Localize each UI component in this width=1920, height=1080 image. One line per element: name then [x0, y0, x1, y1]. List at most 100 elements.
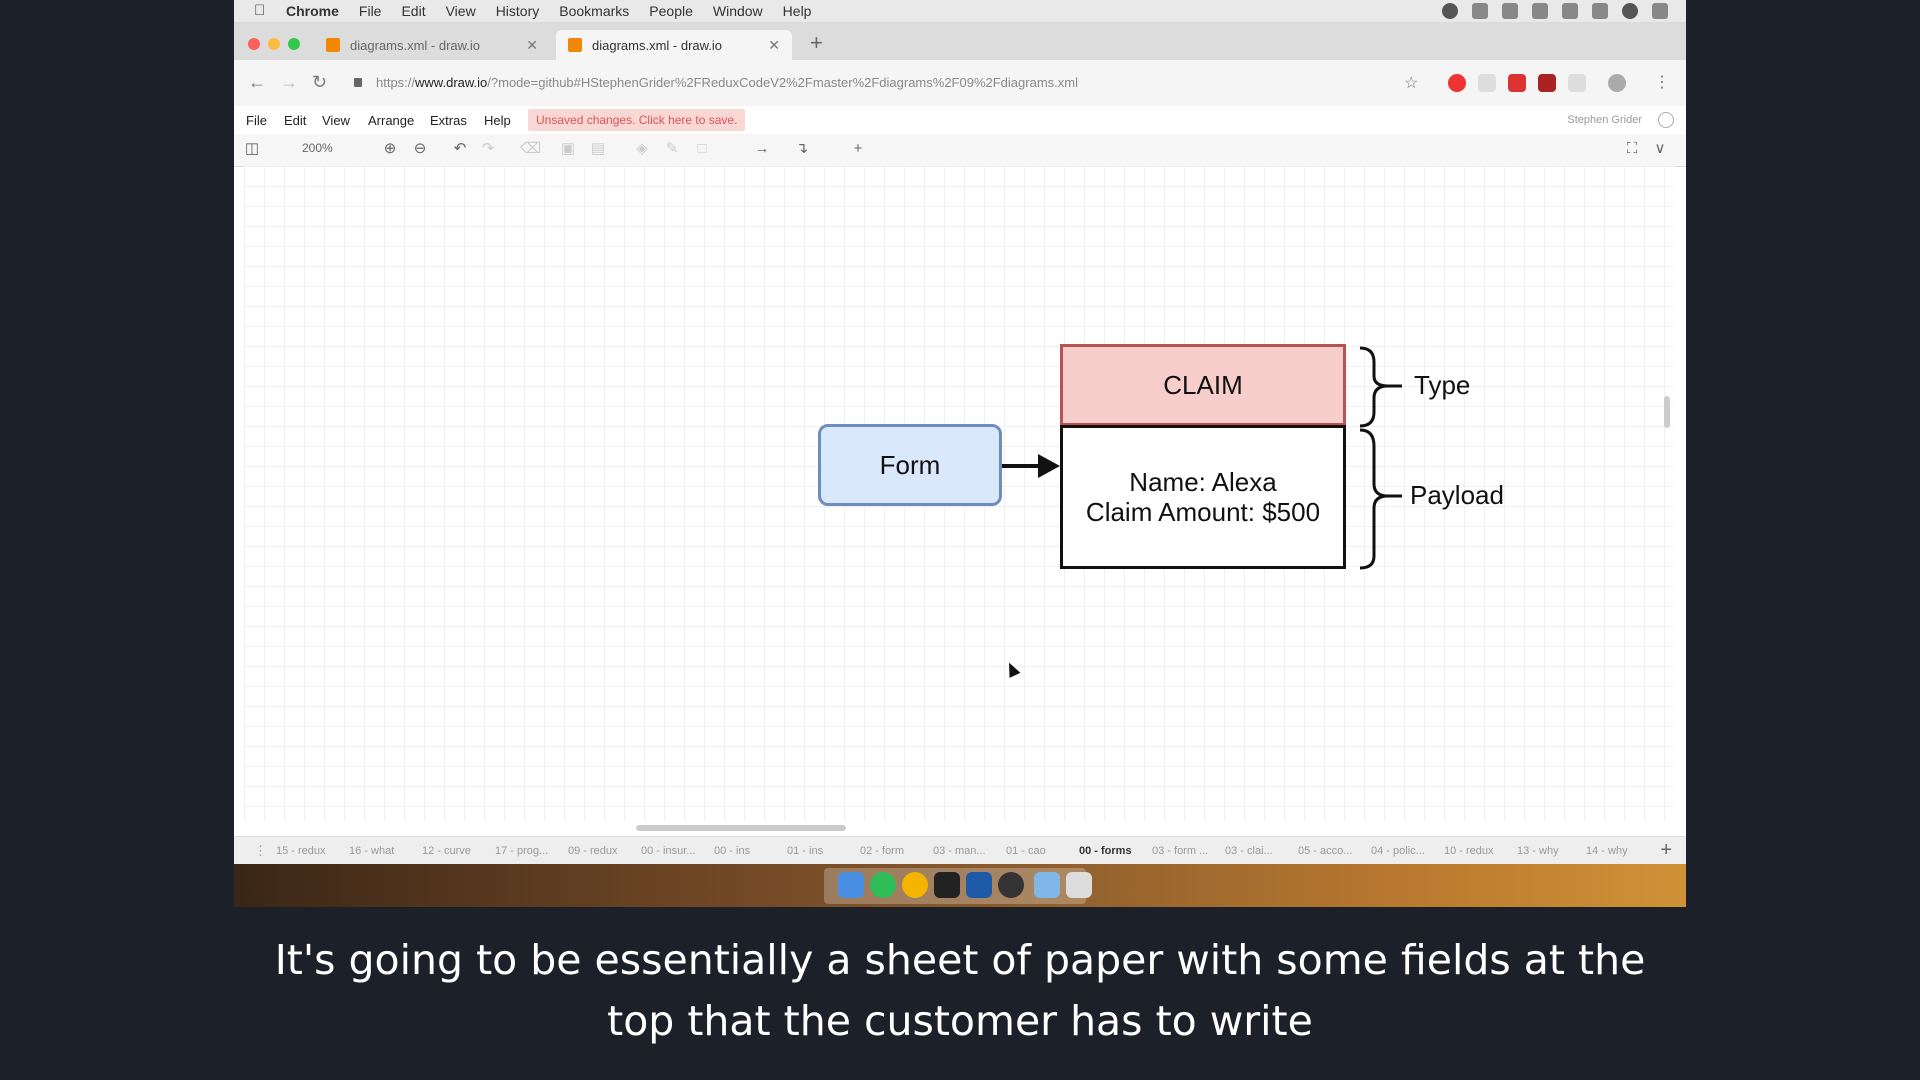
drawio-menu-edit[interactable]: Edit: [284, 113, 306, 128]
siri-icon[interactable]: [1622, 3, 1638, 19]
page-tab[interactable]: 02 - form: [860, 845, 904, 857]
page-tab[interactable]: 03 - man...: [933, 845, 986, 857]
delete-icon[interactable]: ⌫: [520, 141, 541, 157]
connection-style-icon[interactable]: →: [754, 141, 770, 157]
close-tab-icon[interactable]: ✕: [526, 37, 538, 54]
page-tab[interactable]: 03 - clai...: [1225, 845, 1273, 857]
menu-bookmarks[interactable]: Bookmarks: [559, 3, 629, 19]
finder-icon[interactable]: [838, 872, 864, 898]
browser-tab[interactable]: diagrams.xml - draw.io ✕: [314, 30, 550, 60]
page-tab[interactable]: 03 - form ...: [1152, 845, 1208, 857]
fullscreen-icon[interactable]: ⛶: [1624, 141, 1640, 157]
pages-menu-icon[interactable]: ⋮: [254, 843, 267, 859]
page-tab[interactable]: 13 - why: [1517, 845, 1559, 857]
form-node[interactable]: Form: [818, 424, 1002, 506]
zoom-in-icon[interactable]: ⊕: [382, 141, 398, 157]
notification-list-icon[interactable]: [1652, 3, 1668, 19]
browser-tab-active[interactable]: diagrams.xml - draw.io ✕: [556, 30, 792, 60]
vscode-icon[interactable]: [966, 872, 992, 898]
minimize-window-button[interactable]: [268, 38, 280, 50]
back-arrow-icon[interactable]: ←: [248, 72, 266, 93]
menu-file[interactable]: File: [359, 3, 382, 19]
page-tab[interactable]: 00 - ins: [714, 845, 750, 857]
unsaved-changes-banner[interactable]: Unsaved changes. Click here to save.: [528, 109, 746, 131]
to-back-icon[interactable]: ▤: [590, 141, 606, 157]
page-tab[interactable]: 04 - polic...: [1371, 845, 1425, 857]
page-tab[interactable]: 15 - redux: [276, 845, 326, 857]
page-tab[interactable]: 12 - curve: [422, 845, 471, 857]
reload-icon[interactable]: ↻: [312, 72, 327, 93]
to-front-icon[interactable]: ▣: [560, 141, 576, 157]
page-tab-active[interactable]: 00 - forms: [1079, 845, 1132, 857]
page-tab[interactable]: 05 - acco...: [1298, 845, 1352, 857]
user-name[interactable]: Stephen Grider: [1567, 114, 1642, 126]
zoom-out-icon[interactable]: ⊖: [412, 141, 428, 157]
menu-view[interactable]: View: [446, 3, 476, 19]
downloads-folder-icon[interactable]: [1034, 872, 1060, 898]
page-tab[interactable]: 01 - ins: [787, 845, 823, 857]
extension-icon[interactable]: [1568, 74, 1586, 92]
page-tab[interactable]: 10 - redux: [1444, 845, 1494, 857]
drawio-menu-arrange[interactable]: Arrange: [368, 113, 414, 128]
extension-icon[interactable]: [1508, 74, 1526, 92]
vertical-scrollbar[interactable]: [1664, 396, 1670, 428]
bookmark-star-icon[interactable]: ☆: [1404, 73, 1418, 93]
redo-icon[interactable]: ↷: [480, 141, 496, 157]
page-tab[interactable]: 00 - insur...: [641, 845, 695, 857]
menu-window[interactable]: Window: [713, 3, 763, 19]
claim-type-cell[interactable]: CLAIM: [1060, 344, 1346, 426]
obs-icon[interactable]: [998, 872, 1024, 898]
page-tab[interactable]: 17 - prog...: [495, 845, 548, 857]
glasses-icon[interactable]: [1472, 3, 1488, 19]
diagram-canvas[interactable]: Form CLAIM Name: Alexa Claim Amount: $50…: [244, 166, 1674, 821]
page-tab[interactable]: 16 - what: [349, 845, 394, 857]
line-color-icon[interactable]: ✎: [664, 141, 680, 157]
extension-icon[interactable]: [1538, 74, 1556, 92]
claim-payload-cell[interactable]: Name: Alexa Claim Amount: $500: [1060, 425, 1346, 569]
zoom-level[interactable]: 200%: [302, 141, 333, 155]
insert-plus-icon[interactable]: +: [850, 141, 866, 157]
profile-avatar[interactable]: [1608, 74, 1626, 92]
extension-icon[interactable]: [1478, 74, 1496, 92]
forward-arrow-icon[interactable]: →: [280, 72, 298, 93]
close-tab-icon[interactable]: ✕: [768, 37, 780, 54]
app-status-icon[interactable]: [1442, 3, 1458, 19]
battery-icon[interactable]: [1562, 3, 1578, 19]
type-label[interactable]: Type: [1414, 370, 1470, 401]
menu-app-name[interactable]: Chrome: [286, 3, 339, 19]
menu-people[interactable]: People: [649, 3, 693, 19]
terminal-icon[interactable]: [934, 872, 960, 898]
close-window-button[interactable]: [248, 38, 260, 50]
drawio-menu-extras[interactable]: Extras: [430, 113, 467, 128]
waypoints-icon[interactable]: ↴: [794, 141, 810, 157]
shadow-icon[interactable]: □: [694, 141, 710, 157]
wifi-icon[interactable]: [1532, 3, 1548, 19]
collapse-icon[interactable]: ∨: [1652, 141, 1668, 157]
page-tab[interactable]: 09 - redux: [568, 845, 618, 857]
new-tab-button[interactable]: +: [810, 30, 823, 56]
fill-color-icon[interactable]: ◈: [634, 141, 650, 157]
payload-label[interactable]: Payload: [1410, 480, 1504, 511]
drawio-menu-help[interactable]: Help: [484, 113, 511, 128]
drawio-menu-view[interactable]: View: [322, 113, 350, 128]
trash-icon[interactable]: [1066, 872, 1092, 898]
spotlight-search-icon[interactable]: [1592, 3, 1608, 19]
chrome-icon[interactable]: [902, 872, 928, 898]
drawio-menu-file[interactable]: File: [246, 113, 267, 128]
language-globe-icon[interactable]: [1658, 112, 1674, 128]
undo-icon[interactable]: ↶: [452, 141, 468, 157]
cloud-icon[interactable]: [1502, 3, 1518, 19]
page-tab[interactable]: 01 - cao: [1006, 845, 1046, 857]
add-page-button[interactable]: +: [1660, 839, 1672, 862]
opera-extension-icon[interactable]: [1448, 74, 1466, 92]
horizontal-scrollbar[interactable]: [636, 825, 846, 831]
menu-edit[interactable]: Edit: [401, 3, 425, 19]
apple-icon[interactable]: : [254, 3, 270, 19]
format-panel-icon[interactable]: ◫: [244, 141, 260, 157]
page-tab[interactable]: 14 - why: [1586, 845, 1628, 857]
url-field[interactable]: https://www.draw.io/?mode=github#HStephe…: [376, 75, 1078, 90]
menu-help[interactable]: Help: [783, 3, 812, 19]
chrome-menu-icon[interactable]: ⋮: [1654, 72, 1670, 92]
menu-history[interactable]: History: [496, 3, 540, 19]
spotify-icon[interactable]: [870, 872, 896, 898]
